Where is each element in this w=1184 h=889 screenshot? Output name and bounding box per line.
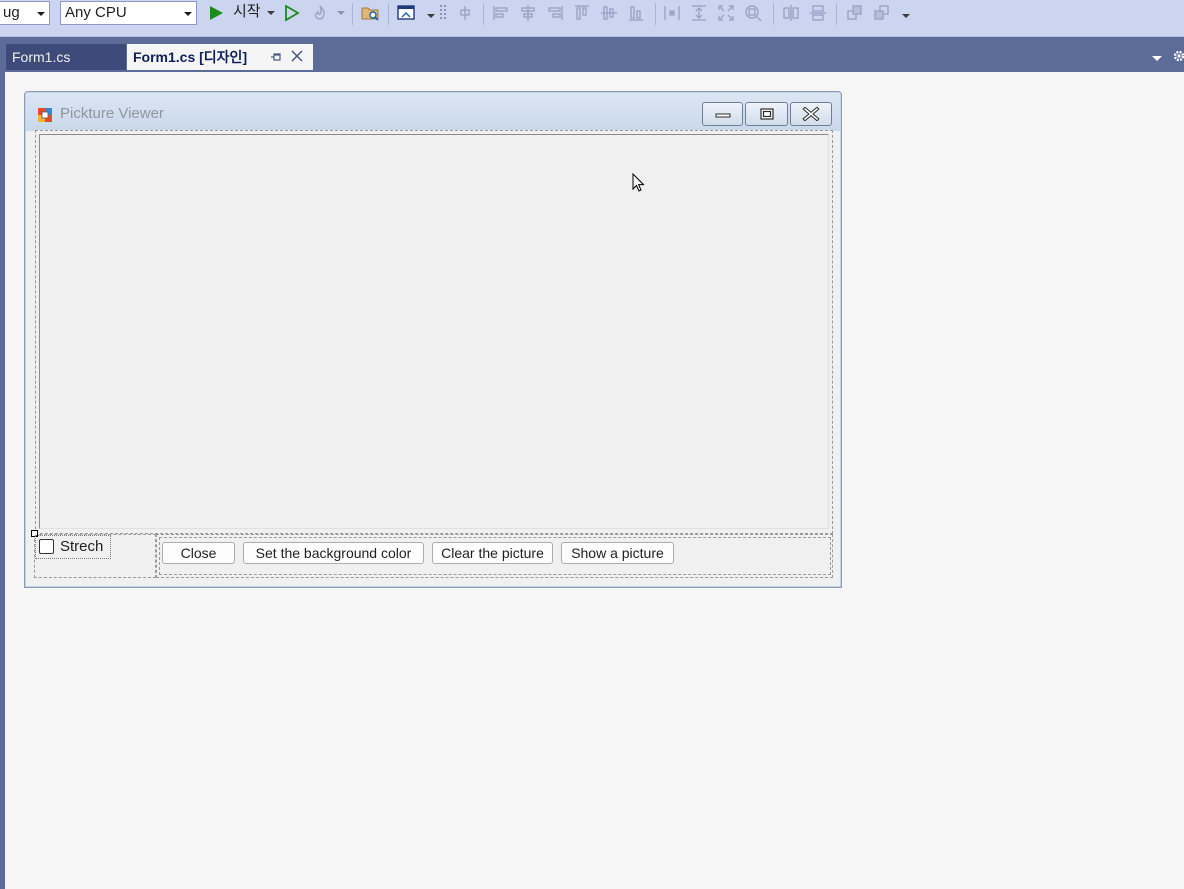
align-centers-icon[interactable] bbox=[518, 3, 538, 23]
align-rights-icon[interactable] bbox=[545, 3, 565, 23]
make-same-width-icon[interactable] bbox=[662, 3, 682, 23]
hot-reload-dropdown-icon[interactable] bbox=[337, 11, 345, 15]
tab-form1-designer[interactable]: Form1.cs [디자인] bbox=[127, 44, 313, 70]
make-same-size-icon[interactable] bbox=[716, 3, 736, 23]
form-title: Pickture Viewer bbox=[60, 105, 164, 122]
toolbar-separator bbox=[352, 3, 353, 25]
tab-label: Form1.cs [디자인] bbox=[133, 49, 248, 65]
maximize-button[interactable] bbox=[745, 102, 788, 126]
strech-checkbox[interactable]: Strech bbox=[35, 535, 111, 559]
layout-dropdown-icon[interactable] bbox=[427, 14, 435, 18]
main-toolbar: ug Any CPU 시작 bbox=[0, 0, 1184, 37]
window-layout-icon[interactable] bbox=[396, 3, 416, 23]
start-button[interactable]: 시작 bbox=[233, 3, 261, 21]
clear-picture-button[interactable]: Clear the picture bbox=[432, 542, 553, 564]
close-icon bbox=[802, 107, 820, 121]
align-lefts-icon[interactable] bbox=[491, 3, 511, 23]
close-button[interactable]: Close bbox=[162, 542, 235, 564]
align-tops-icon[interactable] bbox=[572, 3, 592, 23]
center-horizontally-icon[interactable] bbox=[781, 3, 801, 23]
toolbar-separator bbox=[388, 3, 389, 25]
toolbar-separator bbox=[836, 3, 837, 25]
size-to-grid-icon[interactable] bbox=[743, 3, 763, 23]
toolbar-separator bbox=[773, 3, 774, 25]
toolbar-separator bbox=[655, 3, 656, 25]
align-to-grid-icon[interactable] bbox=[455, 3, 475, 23]
maximize-icon bbox=[759, 108, 774, 120]
set-background-color-button[interactable]: Set the background color bbox=[243, 542, 424, 564]
toolbar-separator bbox=[483, 3, 484, 25]
tab-list-dropdown-icon[interactable] bbox=[1152, 56, 1162, 61]
checkbox-label: Strech bbox=[60, 538, 104, 555]
toolbar-grip-icon bbox=[440, 5, 446, 19]
start-dropdown-icon[interactable] bbox=[267, 11, 275, 15]
make-same-height-icon[interactable] bbox=[689, 3, 709, 23]
folder-search-icon[interactable] bbox=[360, 3, 380, 23]
form-app-icon bbox=[38, 108, 52, 122]
form-titlebar[interactable]: Pickture Viewer bbox=[26, 93, 840, 131]
platform-combo[interactable]: Any CPU bbox=[60, 1, 197, 25]
hot-reload-icon[interactable] bbox=[310, 3, 330, 23]
pin-icon[interactable] bbox=[270, 51, 282, 63]
toolbar-overflow-icon[interactable] bbox=[902, 14, 910, 18]
configuration-value: ug bbox=[3, 4, 20, 21]
close-icon[interactable] bbox=[290, 49, 304, 63]
form-window[interactable]: Pickture Viewer Strech Close Set the bac… bbox=[24, 91, 842, 588]
tab-label: Form1.cs bbox=[12, 49, 71, 65]
form-close-button[interactable] bbox=[790, 102, 832, 126]
start-play-icon[interactable] bbox=[206, 3, 226, 23]
show-picture-button[interactable]: Show a picture bbox=[561, 542, 674, 564]
gear-icon[interactable] bbox=[1172, 49, 1184, 63]
platform-value: Any CPU bbox=[65, 4, 127, 21]
tab-form1-cs[interactable]: Form1.cs bbox=[6, 44, 126, 70]
checkbox-box[interactable] bbox=[39, 539, 54, 554]
align-middles-icon[interactable] bbox=[599, 3, 619, 23]
configuration-combo[interactable]: ug bbox=[0, 1, 50, 25]
minimize-icon bbox=[715, 113, 730, 118]
send-to-back-icon[interactable] bbox=[872, 3, 892, 23]
minimize-button[interactable] bbox=[702, 102, 743, 126]
mouse-cursor-icon bbox=[632, 173, 645, 192]
align-bottoms-icon[interactable] bbox=[626, 3, 646, 23]
picture-box-content bbox=[39, 134, 829, 529]
center-vertically-icon[interactable] bbox=[808, 3, 828, 23]
chevron-down-icon bbox=[37, 12, 45, 16]
start-without-debug-icon[interactable] bbox=[282, 3, 302, 23]
bring-to-front-icon[interactable] bbox=[845, 3, 865, 23]
picture-box[interactable] bbox=[35, 130, 833, 534]
chevron-down-icon bbox=[184, 12, 192, 16]
